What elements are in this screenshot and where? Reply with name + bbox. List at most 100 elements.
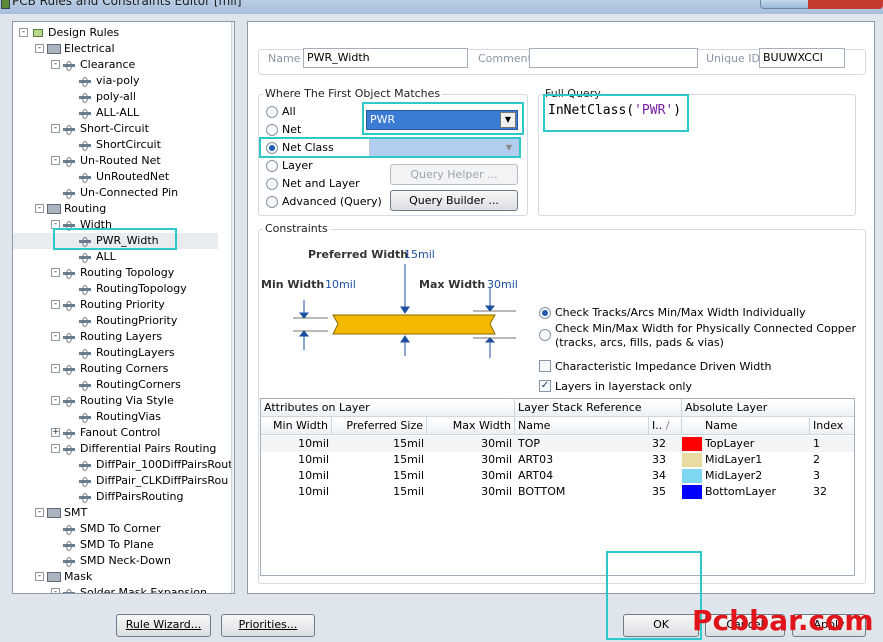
tree-item[interactable]: ALL — [13, 249, 218, 265]
tree-item[interactable]: PWR_Width — [13, 233, 218, 249]
col-max-width[interactable]: Max Width — [427, 417, 515, 435]
tree-item[interactable]: ALL-ALL — [13, 105, 218, 121]
col-absolute-index[interactable]: Index — [810, 417, 854, 435]
name-field[interactable]: PWR_Width — [303, 48, 468, 68]
layer-color-swatch[interactable] — [682, 453, 702, 467]
tree-item[interactable]: UnRoutedNet — [13, 169, 218, 185]
match-option-radio[interactable] — [266, 178, 278, 190]
layerstack-only-checkbox[interactable]: ✓ — [539, 380, 551, 392]
unique-id-field[interactable]: BUUWXCCI — [759, 48, 845, 68]
collapse-icon[interactable]: - — [51, 60, 60, 69]
collapse-icon[interactable]: - — [51, 268, 60, 277]
cancel-button[interactable]: Cancel — [705, 614, 785, 637]
tree-item[interactable]: DiffPair_100DiffPairsRout — [13, 457, 233, 473]
tree-item[interactable]: - Electrical — [13, 41, 218, 57]
query-helper-button[interactable]: Query Helper ... — [390, 164, 518, 185]
scroll-up-icon[interactable]: ▲ — [234, 23, 235, 35]
tree-item[interactable]: RoutingVias — [13, 409, 218, 425]
col-min-width[interactable]: Min Width — [261, 417, 332, 435]
query-text[interactable]: InNetClass('PWR') — [548, 103, 681, 118]
close-window-button[interactable] — [808, 0, 883, 9]
tree-item[interactable]: - Un-Routed Net — [13, 153, 218, 169]
collapse-icon[interactable]: - — [51, 444, 60, 453]
scroll-down-icon[interactable]: ▼ — [234, 579, 235, 591]
collapse-icon[interactable]: - — [51, 588, 60, 593]
layer-color-swatch[interactable] — [682, 437, 702, 451]
tree-item[interactable]: DiffPairsRouting — [13, 489, 218, 505]
tree-item[interactable]: + Fanout Control — [13, 425, 218, 441]
collapse-icon[interactable]: - — [51, 124, 60, 133]
impedance-width-checkbox[interactable] — [539, 360, 551, 372]
tree-item[interactable]: - Short-Circuit — [13, 121, 218, 137]
tree-item[interactable]: RoutingTopology — [13, 281, 218, 297]
tree-item[interactable]: SMD To Corner — [13, 521, 218, 537]
table-row[interactable]: 10mil 15mil 30mil TOP 32 TopLayer 1 — [261, 436, 854, 452]
collapse-icon[interactable]: - — [51, 156, 60, 165]
priorities-button[interactable]: Priorities... — [221, 614, 315, 637]
tree-item[interactable]: - Mask — [13, 569, 218, 585]
scroll-thumb[interactable] — [234, 38, 235, 250]
check-connected-radio[interactable] — [539, 329, 551, 341]
tree-item[interactable]: - Routing Corners — [13, 361, 218, 377]
col-layer-index[interactable]: I.. / — [649, 417, 682, 435]
comment-field[interactable] — [529, 48, 698, 68]
tree-item[interactable]: - Routing Via Style — [13, 393, 218, 409]
check-individually-radio[interactable] — [539, 307, 551, 319]
tree-item[interactable]: Un-Connected Pin — [13, 185, 218, 201]
col-layer-name[interactable]: Name — [515, 417, 649, 435]
tree-item[interactable]: - Design Rules — [13, 25, 218, 41]
tree-item[interactable]: - Routing Priority — [13, 297, 218, 313]
match-option-radio[interactable] — [266, 142, 278, 154]
tree-item[interactable]: poly-all — [13, 89, 218, 105]
collapse-icon[interactable]: - — [35, 44, 44, 53]
layer-color-swatch[interactable] — [682, 469, 702, 483]
tree-item[interactable]: RoutingCorners — [13, 377, 218, 393]
tree-scrollbar[interactable]: ▲ ▼ — [231, 22, 235, 593]
expand-icon[interactable]: + — [51, 428, 60, 437]
layer-width-grid[interactable]: Attributes on Layer Layer Stack Referenc… — [260, 398, 855, 576]
collapse-icon[interactable]: - — [19, 28, 28, 37]
collapse-icon[interactable]: - — [51, 332, 60, 341]
layer-color-swatch[interactable] — [682, 485, 702, 499]
tree-item[interactable]: ShortCircuit — [13, 137, 218, 153]
net-select[interactable]: PWR ▼ — [366, 110, 518, 130]
col-preferred-size[interactable]: Preferred Size — [332, 417, 427, 435]
tree-item[interactable]: - Differential Pairs Routing — [13, 441, 218, 457]
tree-item[interactable]: - Routing Layers — [13, 329, 218, 345]
netclass-select[interactable]: ▼ — [369, 138, 519, 158]
tree-item[interactable]: - Width — [13, 217, 218, 233]
collapse-icon[interactable]: - — [51, 364, 60, 373]
table-row[interactable]: 10mil 15mil 30mil BOTTOM 35 BottomLayer 32 — [261, 484, 854, 500]
rules-tree[interactable]: - Design Rules - Electrical - Clearance via-po… — [12, 21, 235, 594]
chevron-down-icon[interactable]: ▼ — [501, 140, 517, 156]
table-row[interactable]: 10mil 15mil 30mil ART03 33 MidLayer1 2 — [261, 452, 854, 468]
match-option-radio[interactable] — [266, 196, 278, 208]
collapse-icon[interactable]: - — [51, 396, 60, 405]
collapse-icon[interactable]: - — [35, 204, 44, 213]
rule-wizard-button[interactable]: Rule Wizard... — [116, 614, 211, 637]
collapse-icon[interactable]: - — [51, 300, 60, 309]
match-option-radio[interactable] — [266, 124, 278, 136]
tree-item[interactable]: SMD Neck-Down — [13, 553, 218, 569]
tree-item[interactable]: - Routing — [13, 201, 218, 217]
collapse-icon[interactable]: - — [35, 508, 44, 517]
table-row[interactable]: 10mil 15mil 30mil ART04 34 MidLayer2 3 — [261, 468, 854, 484]
tree-item[interactable]: via-poly — [13, 73, 218, 89]
col-absolute-name[interactable]: Name — [682, 417, 810, 435]
match-option-radio[interactable] — [266, 106, 278, 118]
tree-item[interactable]: RoutingLayers — [13, 345, 218, 361]
collapse-icon[interactable]: - — [35, 572, 44, 581]
chevron-down-icon[interactable]: ▼ — [500, 112, 516, 128]
tree-item[interactable]: SMD To Plane — [13, 537, 218, 553]
apply-button[interactable]: Apply — [792, 614, 866, 637]
tree-item[interactable]: RoutingPriority — [13, 313, 218, 329]
tree-item[interactable]: - Solder Mask Expansion — [13, 585, 218, 593]
tree-item[interactable]: DiffPair_CLKDiffPairsRou — [13, 473, 228, 489]
query-builder-button[interactable]: Query Builder ... — [390, 190, 518, 211]
collapse-icon[interactable]: - — [51, 220, 60, 229]
tree-item[interactable]: - Clearance — [13, 57, 218, 73]
tree-item[interactable]: - Routing Topology — [13, 265, 218, 281]
ok-button[interactable]: OK — [623, 614, 699, 637]
match-option-radio[interactable] — [266, 160, 278, 172]
tree-item[interactable]: - SMT — [13, 505, 218, 521]
